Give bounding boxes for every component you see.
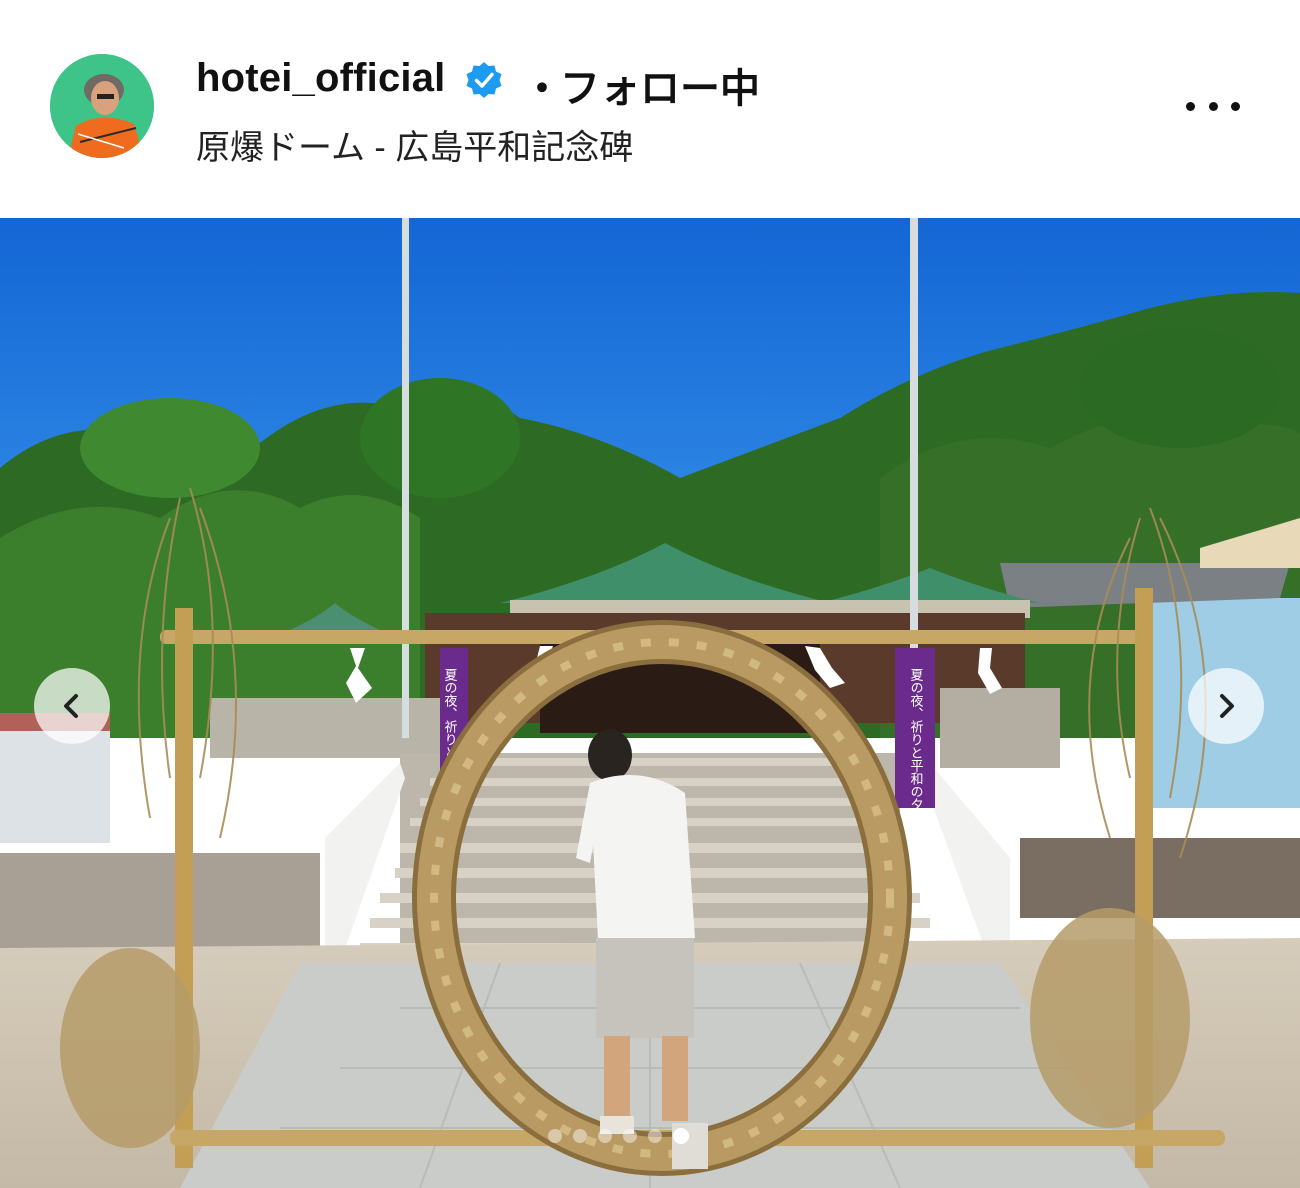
- more-dot: [1231, 101, 1240, 111]
- carousel-dot[interactable]: [623, 1129, 637, 1143]
- post-photo[interactable]: 夏の夜、祈りと平和の夕べ 夏の夜、祈りと平和の夕べ: [0, 218, 1300, 1188]
- more-dot: [1186, 101, 1195, 111]
- carousel-indicator: [548, 1126, 728, 1146]
- carousel-dot[interactable]: [648, 1129, 662, 1143]
- carousel-prev-button[interactable]: [34, 668, 110, 744]
- carousel-dot[interactable]: [573, 1129, 587, 1143]
- username[interactable]: hotei_official: [196, 56, 446, 101]
- profile-avatar[interactable]: [50, 54, 154, 158]
- carousel-dot[interactable]: [548, 1129, 562, 1143]
- following-button[interactable]: フォロー中: [560, 56, 760, 114]
- chevron-left-icon: [64, 694, 78, 718]
- separator-dot: ・: [522, 67, 562, 111]
- banner-right-text: 夏の夜、祈りと平和の夕べ: [908, 668, 924, 824]
- carousel-dot[interactable]: [673, 1128, 689, 1144]
- post-header: hotei_official ・ フォロー中 原爆ドーム - 広島平和記念碑: [0, 0, 1300, 216]
- more-options-icon[interactable]: [1178, 86, 1248, 126]
- location-link[interactable]: 原爆ドーム - 広島平和記念碑: [196, 120, 633, 169]
- verified-badge-icon: [464, 60, 504, 100]
- chevron-right-icon: [1220, 694, 1234, 718]
- more-dot: [1208, 101, 1218, 111]
- carousel-next-button[interactable]: [1188, 668, 1264, 744]
- carousel-dot[interactable]: [598, 1129, 612, 1143]
